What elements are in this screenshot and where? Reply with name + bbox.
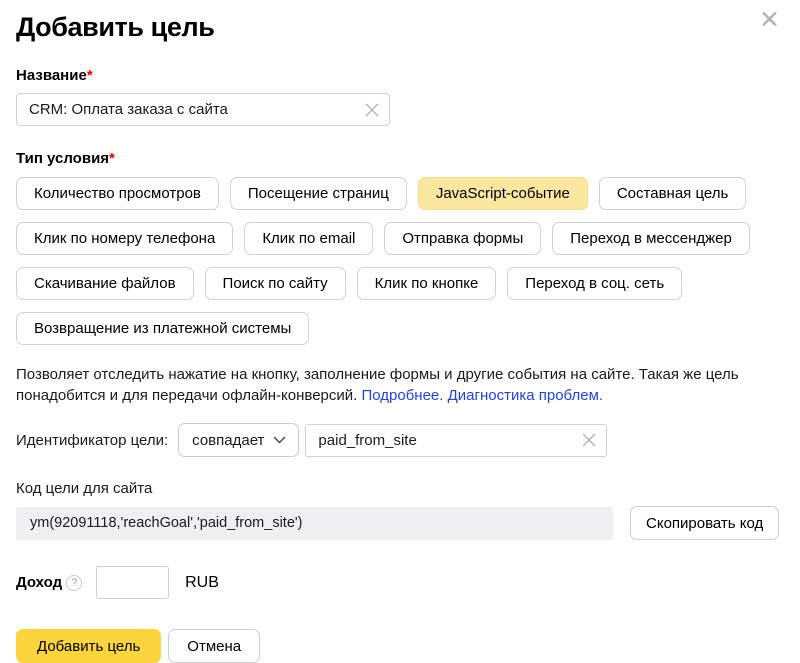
diagnostics-link[interactable]: Диагностика проблем. [448,387,603,404]
chip-payment-return[interactable]: Возвращение из платежной системы [16,312,309,345]
goal-code-row: ym(92091118,'reachGoal','paid_from_site'… [16,506,784,540]
identifier-input-wrap [302,424,607,457]
dialog-actions: Добавить цель Отмена [16,629,784,663]
chip-composite-goal[interactable]: Составная цель [599,177,746,210]
close-icon[interactable]: ✕ [759,8,780,33]
revenue-row: Доход ? RUB [16,566,784,599]
goal-code-snippet: ym(92091118,'reachGoal','paid_from_site'… [16,507,613,540]
match-condition-select[interactable]: совпадает [178,423,299,457]
add-goal-dialog: Добавить цель ✕ Название* Тип условия* К… [0,0,800,663]
revenue-input[interactable] [96,566,169,599]
condition-type-label-text: Тип условия [16,150,109,167]
match-condition-value: совпадает [192,432,264,449]
required-asterisk: * [87,67,93,84]
currency-label: RUB [185,574,219,592]
chip-pageview-count[interactable]: Количество просмотров [16,177,219,210]
goal-identifier-input[interactable] [305,424,607,457]
name-label-text: Название [16,67,87,84]
condition-type-chips: Количество просмотров Посещение страниц … [16,177,788,345]
chip-messenger[interactable]: Переход в мессенджер [552,222,750,255]
revenue-label: Доход [16,574,62,591]
chip-page-visit[interactable]: Посещение страниц [230,177,407,210]
chip-phone-click[interactable]: Клик по номеру телефона [16,222,233,255]
goal-code-label: Код цели для сайта [16,480,784,497]
clear-name-icon[interactable] [365,103,379,117]
chip-file-download[interactable]: Скачивание файлов [16,267,194,300]
condition-type-label: Тип условия* [16,150,784,167]
required-asterisk: * [109,150,115,167]
dialog-title: Добавить цель [16,10,784,43]
chip-form-submit[interactable]: Отправка формы [384,222,541,255]
name-input-wrap [16,93,390,126]
clear-identifier-icon[interactable] [582,433,596,447]
chip-javascript-event[interactable]: JavaScript-событие [418,177,588,210]
chip-site-search[interactable]: Поиск по сайту [205,267,346,300]
cancel-button[interactable]: Отмена [168,629,260,663]
description-paragraph: Позволяет отследить нажатие на кнопку, з… [16,364,746,406]
chip-button-click[interactable]: Клик по кнопке [357,267,497,300]
help-icon[interactable]: ? [66,575,82,591]
name-field-label: Название* [16,67,784,84]
goal-name-input[interactable] [16,93,390,126]
chip-email-click[interactable]: Клик по email [244,222,373,255]
add-goal-button[interactable]: Добавить цель [16,629,161,663]
identifier-label: Идентификатор цели: [16,432,168,449]
identifier-row: Идентификатор цели: совпадает [16,423,784,457]
details-link[interactable]: Подробнее. [361,387,443,404]
chevron-down-icon [273,436,286,444]
chip-social-network[interactable]: Переход в соц. сеть [507,267,682,300]
copy-code-button[interactable]: Скопировать код [630,506,779,540]
